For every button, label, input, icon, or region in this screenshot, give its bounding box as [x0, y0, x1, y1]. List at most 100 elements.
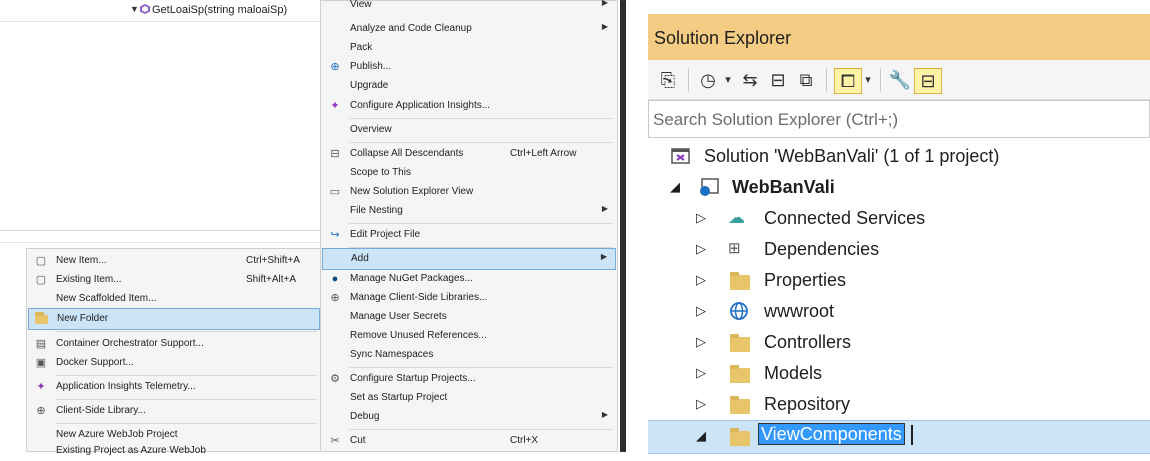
- new-view-icon: ▭: [329, 186, 341, 198]
- preview-icon[interactable]: ⊟: [914, 68, 942, 94]
- tree-node-controllers[interactable]: ▷ Controllers: [648, 327, 1150, 358]
- collapsed-arrow-icon[interactable]: ▷: [696, 303, 706, 319]
- collapsed-arrow-icon[interactable]: ▷: [696, 365, 706, 381]
- tree-node-wwwroot[interactable]: ▷ wwwroot: [648, 296, 1150, 327]
- sync-icon[interactable]: ⇆: [738, 68, 762, 92]
- toolbar-separator: [880, 68, 881, 92]
- member-navigation-dropdown[interactable]: ▼ GetLoaiSp(string maloaiSp): [0, 0, 320, 22]
- menu-item-label: Overview: [350, 124, 392, 135]
- menu-item-existing-item[interactable]: ▢ Existing Item... Shift+Alt+A: [28, 270, 320, 290]
- menu-item-new-se-view[interactable]: ▭ New Solution Explorer View: [322, 182, 616, 202]
- show-all-files-icon[interactable]: ⧉: [794, 68, 818, 92]
- tree-node-viewcomponents[interactable]: ◢ ViewComponents: [648, 420, 1150, 454]
- rename-field[interactable]: ViewComponents: [758, 423, 913, 446]
- tree-node-solution[interactable]: Solution 'WebBanVali' (1 of 1 project): [648, 141, 1150, 172]
- menu-item-sync-namespaces[interactable]: Sync Namespaces: [322, 345, 616, 365]
- menu-item-pack[interactable]: Pack: [322, 38, 616, 58]
- submenu-arrow-icon: ▶: [601, 0, 608, 7]
- expanded-arrow-icon[interactable]: ◢: [670, 179, 680, 195]
- menu-item-label: Publish...: [350, 61, 392, 72]
- folder-icon: [730, 396, 750, 414]
- chevron-down-icon[interactable]: ▾: [862, 68, 874, 92]
- menu-item-analyze[interactable]: Analyze and Code Cleanup ▶: [322, 19, 616, 39]
- menu-item-docker-support[interactable]: ▣ Docker Support...: [28, 353, 320, 373]
- menu-item-configure-startup[interactable]: ⚙ Configure Startup Projects...: [322, 369, 616, 389]
- menu-item-label: Pack: [350, 42, 373, 53]
- method-icon: [140, 4, 150, 14]
- menu-item-existing-project-webjob[interactable]: Existing Project as Azure WebJob: [28, 441, 320, 461]
- menu-item-container-orchestrator[interactable]: ▤ Container Orchestrator Support...: [28, 334, 320, 354]
- menu-item-publish[interactable]: ⊕ Publish...: [322, 57, 616, 77]
- solution-search-input[interactable]: Search Solution Explorer (Ctrl+;): [648, 100, 1150, 138]
- web-project-icon: [700, 178, 719, 196]
- menu-item-configure-app-insights[interactable]: ✦ Configure Application Insights...: [322, 96, 616, 116]
- menu-item-new-item[interactable]: ▢ New Item... Ctrl+Shift+A: [28, 251, 320, 271]
- tree-node-project[interactable]: ◢ WebBanVali: [648, 172, 1150, 203]
- menu-item-overview[interactable]: Overview: [322, 120, 616, 140]
- menu-item-edit-project-file[interactable]: ↪ Edit Project File: [322, 225, 616, 245]
- tree-node-models[interactable]: ▷ Models: [648, 358, 1150, 389]
- collapsed-arrow-icon[interactable]: ▷: [696, 334, 706, 350]
- view-mode-icon[interactable]: ⧠: [834, 68, 862, 94]
- rename-input[interactable]: ViewComponents: [758, 423, 905, 445]
- menu-item-new-folder[interactable]: New Folder: [28, 308, 320, 330]
- toolbar-separator: [826, 68, 827, 92]
- tree-node-label: Controllers: [764, 332, 852, 352]
- menu-item-label: New Azure WebJob Project: [56, 429, 178, 440]
- menu-item-manage-user-secrets[interactable]: Manage User Secrets: [322, 307, 616, 327]
- tree-node-connected-services[interactable]: ▷ ☁ Connected Services: [648, 203, 1150, 234]
- properties-icon: [730, 272, 750, 290]
- menu-item-file-nesting[interactable]: File Nesting ▶: [322, 201, 616, 221]
- expanded-arrow-icon[interactable]: ◢: [696, 428, 706, 444]
- toolbar-separator: [688, 68, 689, 92]
- chevron-down-icon[interactable]: ▾: [722, 68, 734, 92]
- menu-item-manage-nuget[interactable]: ● Manage NuGet Packages...: [322, 269, 616, 289]
- menu-item-add[interactable]: Add ▶: [322, 248, 616, 270]
- menu-item-label: Analyze and Code Cleanup: [350, 23, 472, 34]
- collapsed-arrow-icon[interactable]: ▷: [696, 210, 706, 226]
- menu-item-new-scaffolded-item[interactable]: New Scaffolded Item...: [28, 289, 320, 309]
- menu-item-scope-to-this[interactable]: Scope to This: [322, 163, 616, 183]
- menu-item-remove-unused-refs[interactable]: Remove Unused References...: [322, 326, 616, 346]
- collapsed-arrow-icon[interactable]: ▷: [696, 272, 706, 288]
- menu-item-set-startup[interactable]: Set as Startup Project: [322, 388, 616, 408]
- menu-item-label: Manage Client-Side Libraries...: [350, 292, 488, 303]
- menu-item-label: Client-Side Library...: [56, 405, 146, 416]
- gear-icon: ⚙: [330, 373, 340, 385]
- collapse-all-icon[interactable]: ⊟: [766, 68, 790, 92]
- menu-item-label: New Folder: [57, 313, 109, 324]
- menu-item-label: File Nesting: [350, 205, 403, 216]
- menu-item-manage-client-libs[interactable]: ⊕ Manage Client-Side Libraries...: [322, 288, 616, 308]
- solution-icon: [671, 148, 690, 164]
- tree-node-repository[interactable]: ▷ Repository: [648, 389, 1150, 420]
- menu-item-debug[interactable]: Debug ▶: [322, 407, 616, 427]
- nuget-icon: ●: [331, 273, 339, 285]
- switch-views-icon[interactable]: ⎘: [656, 68, 680, 92]
- menu-item-label: Manage User Secrets: [350, 311, 447, 322]
- menu-separator: [55, 331, 317, 332]
- menu-item-shortcut: Ctrl+X: [510, 435, 539, 446]
- menu-separator: [55, 423, 317, 424]
- new-item-icon: ▢: [35, 255, 47, 267]
- pending-changes-icon[interactable]: ◷: [696, 68, 720, 92]
- menu-item-cut[interactable]: ✂ Cut Ctrl+X: [322, 431, 616, 451]
- menu-item-view[interactable]: View ▶: [322, 0, 616, 15]
- menu-item-label: Docker Support...: [56, 357, 134, 368]
- tree-node-label: Properties: [764, 270, 847, 290]
- menu-item-upgrade[interactable]: Upgrade: [322, 76, 616, 96]
- chevron-down-icon[interactable]: ▼: [130, 4, 139, 14]
- search-placeholder: Search Solution Explorer (Ctrl+;): [653, 110, 899, 129]
- app-insights-icon: ✦: [330, 100, 340, 112]
- menu-item-label: New Solution Explorer View: [350, 186, 474, 197]
- collapsed-arrow-icon[interactable]: ▷: [696, 241, 706, 257]
- collapsed-arrow-icon[interactable]: ▷: [696, 396, 706, 412]
- menu-item-collapse-all[interactable]: ⊟ Collapse All Descendants Ctrl+Left Arr…: [322, 144, 616, 164]
- tree-node-dependencies[interactable]: ▷ ⊞ Dependencies: [648, 234, 1150, 265]
- wrench-icon[interactable]: 🔧: [888, 68, 912, 92]
- solution-explorer-title-bar[interactable]: Solution Explorer: [648, 14, 1150, 60]
- menu-separator: [349, 118, 613, 119]
- tree-node-properties[interactable]: ▷ Properties: [648, 265, 1150, 296]
- menu-item-label: Upgrade: [350, 80, 389, 91]
- menu-item-client-side-library[interactable]: ⊕ Client-Side Library...: [28, 401, 320, 421]
- menu-item-application-insights[interactable]: ✦ Application Insights Telemetry...: [28, 377, 320, 397]
